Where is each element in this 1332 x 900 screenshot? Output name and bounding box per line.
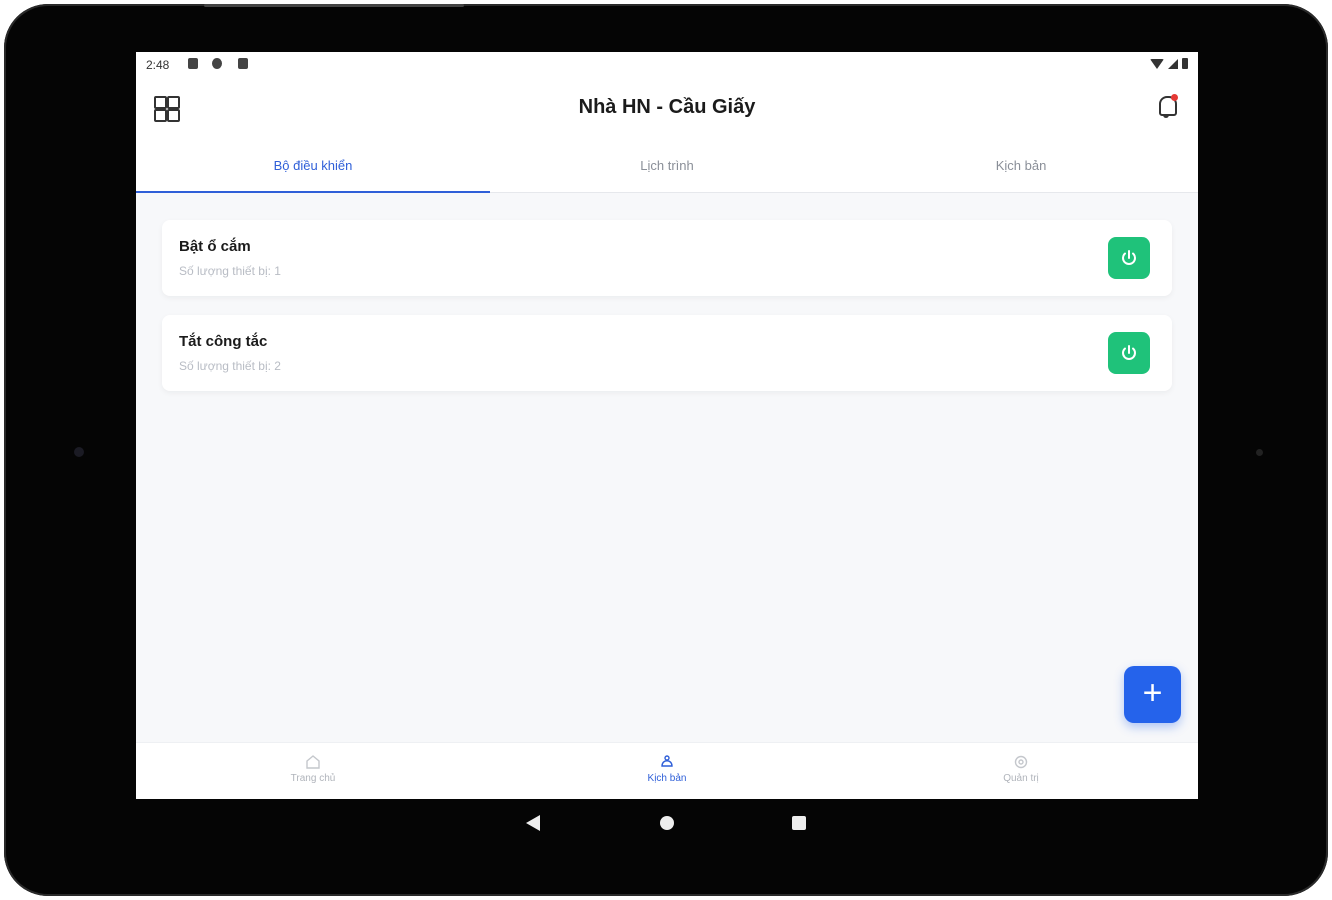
tab-scenarios[interactable]: Kịch bản bbox=[844, 136, 1198, 192]
nav-label: Trang chủ bbox=[290, 773, 336, 784]
battery-icon bbox=[1182, 58, 1188, 69]
page-title: Nhà HN - Cầu Giấy bbox=[578, 96, 756, 118]
item-subtitle: Số lượng thiết bị: 2 bbox=[179, 359, 281, 373]
list-item[interactable]: Tắt công tắc Số lượng thiết bị: 2 bbox=[162, 315, 1172, 391]
home-button[interactable] bbox=[660, 816, 674, 830]
scenario-icon bbox=[661, 755, 673, 767]
status-bar: 2:48 bbox=[136, 52, 1198, 78]
plus-icon: + bbox=[1142, 674, 1163, 712]
nav-home[interactable]: Trang chủ bbox=[136, 743, 490, 799]
add-scenario-button[interactable]: + bbox=[1124, 666, 1181, 723]
wifi-icon bbox=[1150, 58, 1164, 69]
notification-icon bbox=[188, 58, 198, 69]
tab-bar: Bộ điều khiển Lịch trình Kịch bản bbox=[136, 136, 1198, 193]
back-button[interactable] bbox=[526, 815, 540, 831]
system-nav-bar bbox=[0, 799, 1332, 849]
power-icon bbox=[1122, 345, 1136, 360]
recents-button[interactable] bbox=[792, 816, 806, 830]
item-title: Bật ổ cắm bbox=[179, 238, 251, 255]
front-camera bbox=[74, 447, 84, 457]
tab-schedule[interactable]: Lịch trình bbox=[490, 136, 844, 192]
tab-controllers[interactable]: Bộ điều khiển bbox=[136, 136, 490, 193]
list-item[interactable]: Bật ổ cắm Số lượng thiết bị: 1 bbox=[162, 220, 1172, 296]
nav-admin[interactable]: Quản trị bbox=[844, 743, 1198, 799]
tablet-edge bbox=[204, 4, 464, 7]
scenario-list: Bật ổ cắm Số lượng thiết bị: 1 Tắt công … bbox=[162, 220, 1172, 410]
sync-icon bbox=[212, 58, 222, 69]
signal-icon bbox=[1168, 58, 1178, 69]
app-screen: 2:48 Nhà HN - Cầu Giấy Bộ điều khiển Lịc… bbox=[136, 52, 1198, 799]
power-icon bbox=[1122, 250, 1136, 265]
item-subtitle: Số lượng thiết bị: 1 bbox=[179, 264, 281, 278]
nav-label: Quản trị bbox=[1003, 773, 1039, 784]
settings-icon bbox=[1014, 755, 1028, 769]
sensor bbox=[1256, 449, 1263, 456]
app-bar: Nhà HN - Cầu Giấy bbox=[136, 78, 1198, 136]
nav-label: Kịch bản bbox=[647, 773, 687, 784]
nav-scenarios[interactable]: Kịch bản bbox=[490, 743, 844, 799]
notification-dot bbox=[1171, 94, 1178, 101]
status-right bbox=[1150, 58, 1188, 69]
run-button[interactable] bbox=[1108, 332, 1150, 374]
item-title: Tắt công tắc bbox=[179, 333, 268, 350]
notifications-button[interactable] bbox=[1154, 92, 1182, 122]
status-time: 2:48 bbox=[146, 58, 170, 72]
home-icon bbox=[306, 755, 320, 769]
run-button[interactable] bbox=[1108, 237, 1150, 279]
bottom-nav: Trang chủ Kịch bản Quản trị bbox=[136, 742, 1198, 799]
sd-card-icon bbox=[238, 58, 248, 69]
